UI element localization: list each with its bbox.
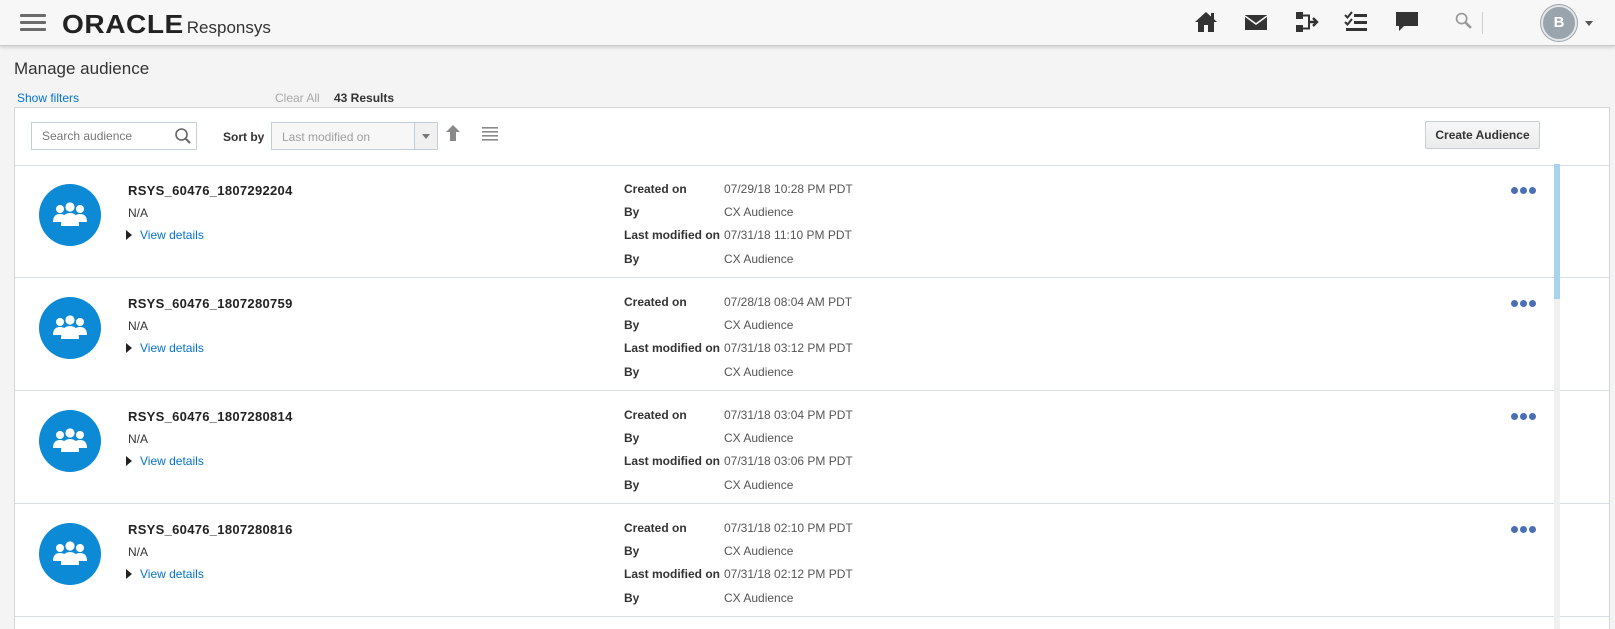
- audience-group-icon: [39, 184, 101, 246]
- last-modified-value: 07/31/18 11:10 PM PDT: [724, 228, 852, 242]
- audience-description: N/A: [128, 206, 149, 220]
- expand-triangle-icon[interactable]: [126, 343, 132, 353]
- scrollbar[interactable]: [1554, 164, 1560, 629]
- created-on-label: Created on: [624, 408, 687, 422]
- last-modified-value: 07/31/18 03:06 PM PDT: [724, 454, 853, 468]
- sort-by-label: Sort by: [223, 130, 265, 144]
- more-actions-icon[interactable]: [1511, 181, 1541, 194]
- clear-all-link[interactable]: Clear All: [275, 91, 320, 105]
- list-item: RSYS_60476_1807280814 N/A View details C…: [15, 391, 1609, 504]
- program-icon[interactable]: [1293, 9, 1319, 35]
- modified-by-label: By: [624, 365, 640, 379]
- audience-description: N/A: [128, 319, 149, 333]
- created-on-label: Created on: [624, 521, 687, 535]
- toolbar: Sort by Last modified on Create Audience: [15, 108, 1609, 166]
- modified-by-label: By: [624, 478, 640, 492]
- last-modified-label: Last modified on: [624, 454, 720, 468]
- last-modified-value: 07/31/18 03:12 PM PDT: [724, 341, 853, 355]
- created-by-label: By: [624, 431, 640, 445]
- last-modified-value: 07/31/18 02:12 PM PDT: [724, 567, 853, 581]
- brand-oracle: ORACLE: [62, 9, 184, 39]
- last-modified-label: Last modified on: [624, 567, 720, 581]
- audience-panel: Sort by Last modified on Create Audience…: [14, 107, 1610, 629]
- more-actions-icon[interactable]: [1511, 520, 1541, 533]
- hamburger-menu-icon[interactable]: [20, 14, 46, 32]
- list-item: RSYS_60476_1807280816 N/A View details C…: [15, 504, 1609, 617]
- last-modified-label: Last modified on: [624, 341, 720, 355]
- created-on-value: 07/29/18 10:28 PM PDT: [724, 182, 853, 196]
- created-by-value: CX Audience: [724, 205, 794, 219]
- create-audience-button[interactable]: Create Audience: [1425, 121, 1540, 149]
- chevron-down-icon[interactable]: [414, 123, 437, 149]
- search-box: [31, 122, 197, 150]
- last-modified-label: Last modified on: [624, 228, 720, 242]
- brand-product: Responsys: [186, 18, 271, 37]
- list-item: RSYS_60476_1807292204 N/A View details C…: [15, 165, 1609, 278]
- view-details-link[interactable]: View details: [126, 341, 204, 355]
- more-actions-icon[interactable]: [1511, 407, 1541, 420]
- modified-by-value: CX Audience: [724, 252, 794, 266]
- audience-description: N/A: [128, 545, 149, 559]
- chat-icon[interactable]: [1394, 9, 1420, 35]
- expand-triangle-icon[interactable]: [126, 569, 132, 579]
- modified-by-value: CX Audience: [724, 591, 794, 605]
- created-on-label: Created on: [624, 182, 687, 196]
- audience-group-icon: [39, 523, 101, 585]
- audience-name[interactable]: RSYS_60476_1807292204: [128, 183, 293, 198]
- sort-ascending-arrow-icon[interactable]: [445, 124, 461, 142]
- scrollbar-thumb[interactable]: [1554, 164, 1560, 299]
- audience-name[interactable]: RSYS_60476_1807280814: [128, 409, 293, 424]
- search-icon[interactable]: [1454, 11, 1480, 37]
- audience-description: N/A: [128, 432, 149, 446]
- created-by-value: CX Audience: [724, 431, 794, 445]
- created-by-value: CX Audience: [724, 544, 794, 558]
- chevron-down-icon[interactable]: [1585, 21, 1593, 26]
- page-title: Manage audience: [14, 59, 150, 78]
- view-details-link[interactable]: View details: [126, 454, 204, 468]
- modified-by-value: CX Audience: [724, 478, 794, 492]
- created-on-label: Created on: [624, 295, 687, 309]
- view-details-link[interactable]: View details: [126, 567, 204, 581]
- search-input[interactable]: [32, 123, 167, 149]
- modified-by-label: By: [624, 591, 640, 605]
- view-details-link[interactable]: View details: [126, 228, 204, 242]
- tasks-icon[interactable]: [1343, 9, 1369, 35]
- audience-group-icon: [39, 410, 101, 472]
- list-item: RSYS_60476_1807280759 N/A View details C…: [15, 278, 1609, 391]
- audience-group-icon: [39, 297, 101, 359]
- results-count: 43 Results: [334, 91, 395, 105]
- created-on-value: 07/31/18 02:10 PM PDT: [724, 521, 853, 535]
- created-by-label: By: [624, 318, 640, 332]
- audience-name[interactable]: RSYS_60476_1807280816: [128, 522, 293, 537]
- created-by-label: By: [624, 544, 640, 558]
- search-icon[interactable]: [174, 127, 192, 145]
- expand-triangle-icon[interactable]: [126, 456, 132, 466]
- top-bar: ORACLE Responsys B: [0, 0, 1615, 46]
- show-filters-link[interactable]: Show filters: [17, 91, 79, 105]
- avatar[interactable]: B: [1541, 5, 1577, 41]
- sort-by-select[interactable]: Last modified on: [271, 122, 438, 150]
- mail-icon[interactable]: [1243, 9, 1269, 35]
- expand-triangle-icon[interactable]: [126, 230, 132, 240]
- modified-by-label: By: [624, 252, 640, 266]
- created-by-value: CX Audience: [724, 318, 794, 332]
- list-view-icon[interactable]: [481, 126, 499, 142]
- sort-by-value: Last modified on: [282, 130, 371, 144]
- more-actions-icon[interactable]: [1511, 294, 1541, 307]
- nav-divider: [1482, 12, 1483, 34]
- home-icon[interactable]: [1193, 9, 1219, 35]
- brand-logo[interactable]: ORACLE Responsys: [62, 9, 271, 40]
- created-by-label: By: [624, 205, 640, 219]
- audience-name[interactable]: RSYS_60476_1807280759: [128, 296, 293, 311]
- created-on-value: 07/28/18 08:04 AM PDT: [724, 295, 853, 309]
- modified-by-value: CX Audience: [724, 365, 794, 379]
- audience-list: RSYS_60476_1807292204 N/A View details C…: [15, 165, 1609, 617]
- created-on-value: 07/31/18 03:04 PM PDT: [724, 408, 853, 422]
